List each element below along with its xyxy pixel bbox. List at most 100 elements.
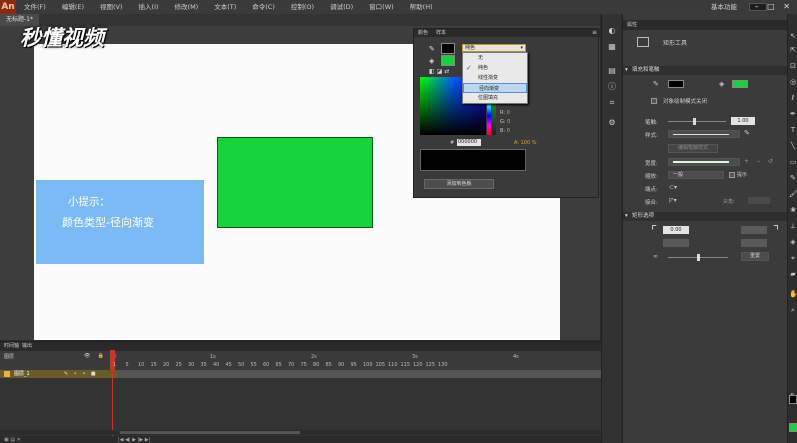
new-layer-icon[interactable]: ▣ ▤ ✕ [4,437,21,443]
join-label: 接合: [645,200,658,206]
panel-menu-icon[interactable]: ≡ [592,29,597,37]
pen-tool-icon[interactable]: ✒ [789,110,797,118]
edit-stroke-style-button[interactable]: 编辑笔触样式 [668,144,718,153]
deco-tool-icon[interactable]: ❀ [789,206,797,214]
menu-view[interactable]: 视图(V) [92,0,131,14]
cap-select-icon[interactable]: ⊂▾ [669,184,677,191]
hand-tool-icon[interactable]: ✋ [789,290,797,298]
timeline-scroll-thumb[interactable] [120,431,300,434]
fill-color-swatch[interactable] [732,80,748,88]
stroke-color-swatch[interactable] [668,80,684,88]
align-icon[interactable]: ▤ [607,66,617,76]
alpha-value[interactable]: A: 100 % [514,140,537,146]
frame-number: 35 [200,362,207,368]
width-tools-icon[interactable]: + – ↺ [744,158,776,165]
second-mark: 4s [513,354,519,360]
selection-tool-icon[interactable]: ↖ [789,32,797,40]
timeline-scrollbar[interactable] [0,430,601,435]
menu-debug[interactable]: 调试(D) [322,0,361,14]
option-bitmap-fill[interactable]: 位图填充 [463,93,527,103]
components-icon[interactable]: ⚙ [607,118,617,128]
menu-bar: An 文件(F) 编辑(E) 视图(V) 插入(I) 修改(M) 文本(T) 命… [0,0,797,14]
tool-stroke-swatch[interactable] [789,395,797,404]
tab-timeline[interactable]: 时间轴 [4,342,19,351]
menu-control[interactable]: 控制(O) [283,0,322,14]
section-rectangle-options[interactable]: 矩形选项 [623,212,788,221]
tab-output[interactable]: 输出 [22,342,32,351]
miter-input[interactable] [748,197,770,204]
corner-radius-input[interactable]: 0.00 [663,226,689,234]
window-controls[interactable]: – □ ✕ [755,0,793,14]
workspace-switcher[interactable]: 基本功能 [711,0,737,14]
line-tool-icon[interactable]: ╲ [789,142,797,150]
paint-bucket-tool-icon[interactable]: ◈ [789,238,797,246]
hex-input[interactable]: 000000 [457,139,481,146]
corner-top-right-input[interactable] [741,226,767,234]
stroke-slider-track[interactable] [668,121,726,122]
zoom-tool-icon[interactable]: ⌕ [789,306,797,314]
fill-color-swatch[interactable] [441,55,455,66]
link-icon[interactable]: ∞ [653,253,658,260]
frame-number: 90 [338,362,345,368]
layer-name[interactable]: 图层_1 [14,370,30,378]
free-transform-tool-icon[interactable]: ⊡ [789,62,797,70]
reset-button[interactable]: 重置 [741,252,769,261]
subselection-tool-icon[interactable]: ⇱ [789,46,797,54]
object-drawing-label: 对象绘制模式关闭 [663,99,708,105]
brush-tool-icon[interactable]: 🖌 [789,190,797,198]
menu-modify[interactable]: 修改(M) [167,0,207,14]
section-fill-and-stroke[interactable]: 填充和笔触 [623,66,788,75]
layer-state-icons[interactable]: ✎ • • ■ [64,370,98,378]
option-solid[interactable]: ✓ 纯色 [463,63,527,73]
tab-swatches[interactable]: 样本 [436,29,446,37]
stroke-width-input[interactable]: 1.00 [731,117,755,125]
rectangle-tool-icon[interactable]: ▭ [789,158,797,166]
color-panel-icon[interactable]: ◐ [607,26,617,36]
frame-number: 1 [113,362,117,368]
corner-slider-knob[interactable] [697,254,700,261]
option-linear-gradient[interactable]: 线性渐变 [463,73,527,83]
menu-window[interactable]: 窗口(W) [361,0,402,14]
menu-insert[interactable]: 插入(I) [131,0,167,14]
menu-help[interactable]: 帮助(H) [402,0,441,14]
color-type-select[interactable]: 纯色 ▾ [462,44,526,52]
green-rectangle-shape[interactable] [217,137,373,228]
option-radial-gradient[interactable]: 径向渐变 [463,83,527,93]
transform-icon[interactable]: ⌗ [607,98,617,108]
corner-bottom-right-input[interactable] [741,239,767,247]
swap-colors-icon[interactable]: ◧◪⇄ [429,68,451,75]
hint-checkbox[interactable] [729,172,735,178]
swatches-icon[interactable]: ▦ [607,42,617,52]
info-icon[interactable]: ⓘ [607,82,617,92]
width-profile-select[interactable] [668,158,740,166]
stroke-slider-knob[interactable] [693,118,696,125]
scale-select[interactable]: 一般 [668,171,724,179]
option-none[interactable]: 无 [463,53,527,63]
frame-row[interactable] [118,370,601,378]
menu-commands[interactable]: 命令(C) [244,0,283,14]
frame-number: 110 [388,362,398,368]
corner-bottom-left-input[interactable] [663,239,689,247]
frame-number: 15 [150,362,157,368]
stroke-color-swatch[interactable] [441,43,455,54]
edit-style-icon[interactable]: ✎ [744,129,750,137]
3d-rotation-tool-icon[interactable]: ◎ [789,78,797,86]
text-tool-icon[interactable]: T [789,126,797,134]
bone-tool-icon[interactable]: ⟂ [789,222,797,230]
menu-edit[interactable]: 编辑(E) [54,0,92,14]
menu-text[interactable]: 文本(T) [206,0,244,14]
eyedropper-tool-icon[interactable]: ⌖ [789,254,797,262]
lasso-tool-icon[interactable]: ℓ [789,94,797,102]
tab-properties[interactable]: 属性 [627,20,637,30]
add-to-swatches-button[interactable]: 添加到色板 [424,179,494,189]
pencil-tool-icon[interactable]: ✎ [789,174,797,182]
stroke-style-select[interactable] [668,130,740,138]
playback-controls-icon[interactable]: |◀ ◀| ▶ |▶ ▶| [118,437,150,443]
tool-fill-swatch[interactable] [789,423,797,432]
menu-file[interactable]: 文件(F) [16,0,54,14]
tab-color[interactable]: 颜色 [418,29,428,37]
join-select-icon[interactable]: ◸▾ [669,197,677,204]
eraser-tool-icon[interactable]: ▰ [789,270,797,278]
panel-icon-strip: ◐ ▦ ▤ ⓘ ⌗ ⚙ [601,14,621,443]
object-drawing-toggle[interactable] [651,98,657,104]
